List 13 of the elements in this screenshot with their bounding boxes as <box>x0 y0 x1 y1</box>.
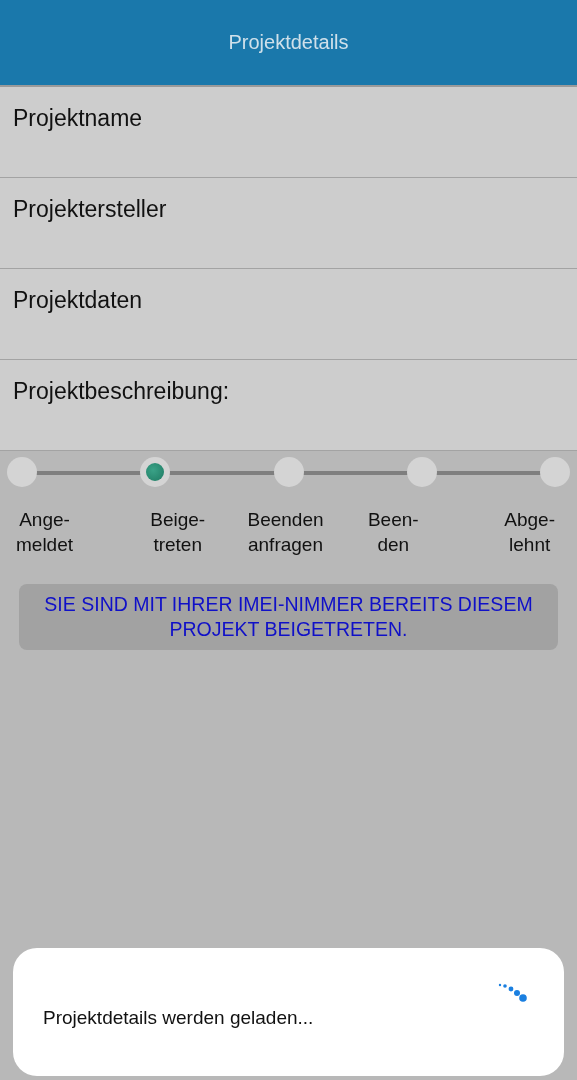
app-bar-title: Projektdetails <box>228 31 349 54</box>
loading-message: Projektdetails werden geladen... <box>43 1007 314 1029</box>
step-label: Been- den <box>367 508 419 557</box>
notice-message: SIE SIND MIT IHRER IMEI-NIMMER BEREITS DIESEM PROJEKT BEIGETRETEN. <box>19 584 558 650</box>
step-label: Abge- lehnt <box>504 508 555 557</box>
detail-label: Projektersteller <box>13 196 167 222</box>
step-label: Ange- meldet <box>16 508 74 557</box>
step-label: Beenden anfragen <box>247 508 324 557</box>
detail-label: Projektname <box>13 105 143 131</box>
detail-label: Projektdaten <box>13 287 143 313</box>
step-label: Beige- treten <box>150 508 206 557</box>
detail-label: Projektbeschreibung: <box>13 378 230 404</box>
loading-spinner-icon <box>498 982 528 1004</box>
